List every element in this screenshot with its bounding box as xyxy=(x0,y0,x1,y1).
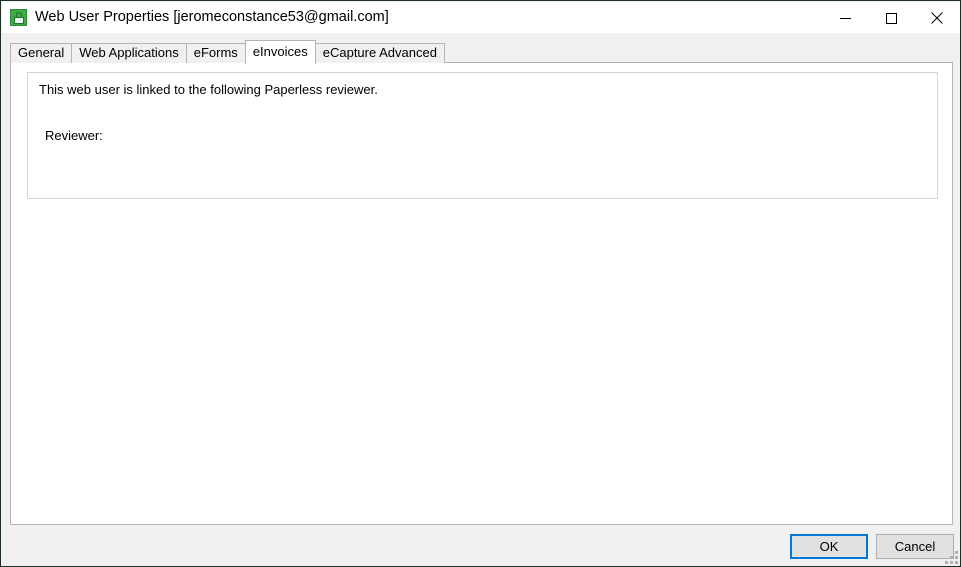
tab-strip: General Web Applications eForms eInvoice… xyxy=(10,40,445,64)
web-user-lock-icon xyxy=(10,9,27,26)
tab-content-panel: This web user is linked to the following… xyxy=(10,62,953,525)
resize-grip[interactable] xyxy=(945,551,958,564)
minimize-icon[interactable] xyxy=(822,3,868,33)
cancel-button[interactable]: Cancel xyxy=(876,534,954,559)
lock-body-shape xyxy=(14,17,24,24)
linked-reviewer-description: This web user is linked to the following… xyxy=(39,82,378,97)
close-icon[interactable] xyxy=(914,3,960,33)
title-bar: Web User Properties [jeromeconstance53@g… xyxy=(2,2,960,33)
tab-eforms[interactable]: eForms xyxy=(185,43,246,63)
paperless-reviewer-groupbox: This web user is linked to the following… xyxy=(27,72,938,199)
tab-ecapture-advanced[interactable]: eCapture Advanced xyxy=(314,43,445,63)
dialog-footer: OK Cancel xyxy=(2,526,960,566)
tab-einvoices[interactable]: eInvoices xyxy=(244,40,316,64)
reviewer-label: Reviewer: xyxy=(45,128,103,143)
window-title: Web User Properties [jeromeconstance53@g… xyxy=(35,9,389,25)
tab-general[interactable]: General xyxy=(10,43,73,63)
tab-web-applications[interactable]: Web Applications xyxy=(71,43,187,63)
ok-button[interactable]: OK xyxy=(790,534,868,559)
web-user-properties-dialog: Web User Properties [jeromeconstance53@g… xyxy=(0,0,961,567)
maximize-icon[interactable] xyxy=(868,3,914,33)
